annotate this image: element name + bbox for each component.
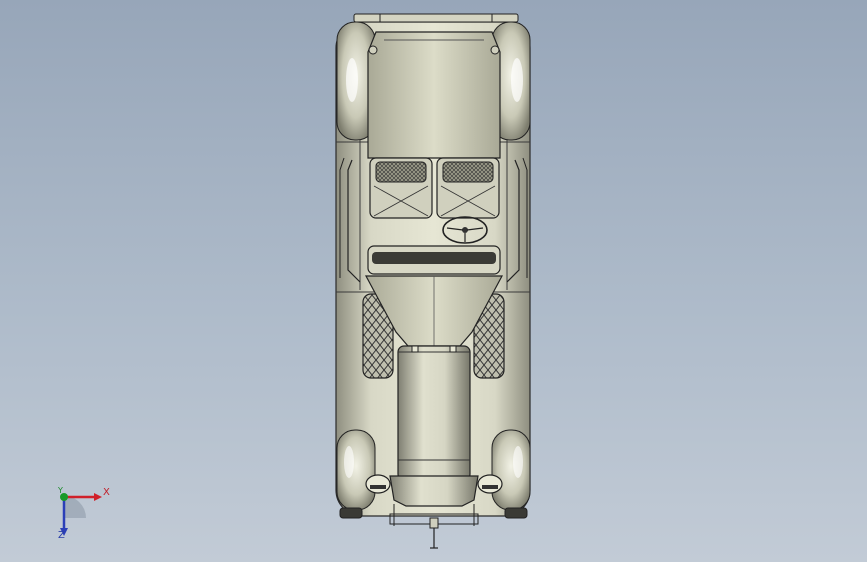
x-axis-label: X (103, 487, 110, 498)
tank-cylinder[interactable] (397, 345, 471, 481)
dashboard[interactable] (367, 245, 501, 275)
z-axis-label: Z (58, 530, 65, 541)
vehicle-model-top-view[interactable] (0, 0, 867, 562)
graphics-viewport[interactable]: X Y Z (0, 0, 867, 562)
front-bumper[interactable] (353, 13, 519, 23)
y-axis-label: Y (58, 486, 63, 495)
canopy-hood[interactable] (367, 31, 501, 159)
